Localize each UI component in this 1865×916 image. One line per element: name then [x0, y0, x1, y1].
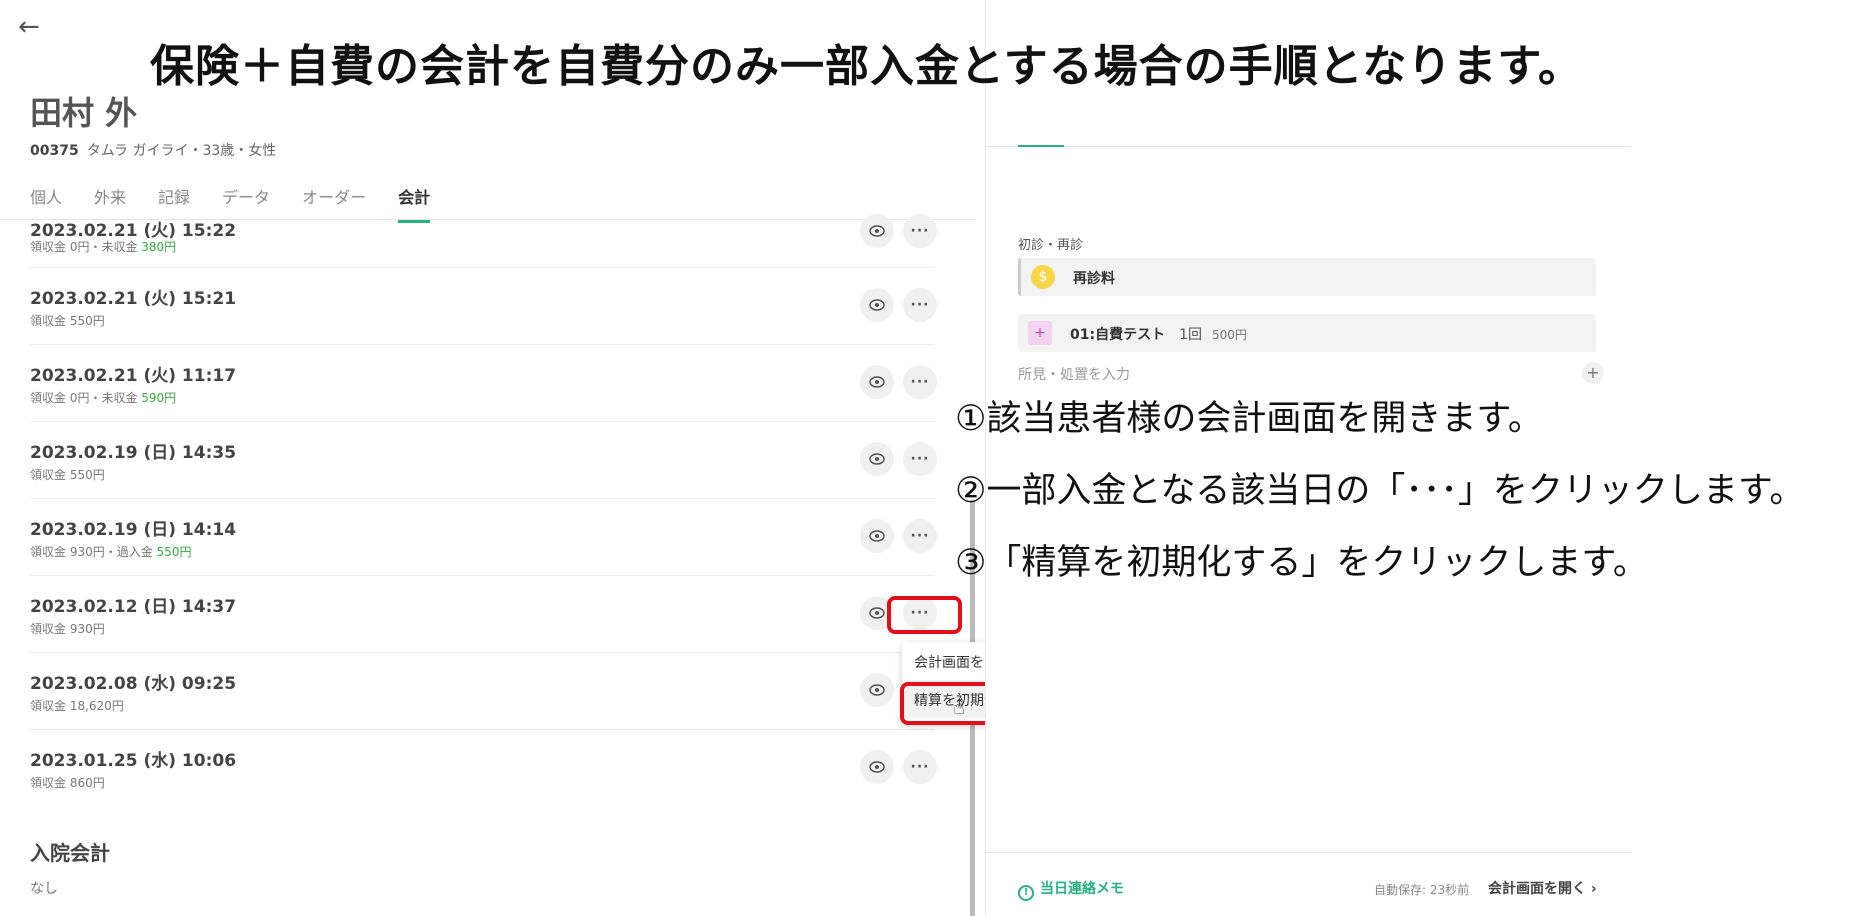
list-item[interactable]: 2023.02.19 (日) 14:35 領収金 550円 ···	[30, 422, 937, 499]
autosave-status: 自動保存: 23秒前	[1374, 883, 1470, 897]
info-icon: !	[1018, 885, 1034, 901]
coin-icon: $	[1031, 265, 1055, 289]
list-item[interactable]: 2023.02.08 (水) 09:25 領収金 18,620円 ···	[30, 653, 937, 730]
tabs-divider	[986, 146, 1631, 147]
record-summary: 領収金 930円	[30, 620, 105, 637]
add-icon[interactable]: +	[1582, 362, 1604, 384]
patient-details: タムラ ガイライ・33歳・女性	[86, 143, 277, 159]
fee-item[interactable]: $ 再診料	[1018, 258, 1596, 296]
more-button[interactable]: ···	[903, 519, 937, 553]
record-date: 2023.02.12 (日) 14:37	[30, 597, 237, 617]
instruction-step: ②一部入金となる該当日の「･･･」をクリックします。	[955, 471, 1805, 511]
medical-kit-icon: +	[1028, 321, 1052, 345]
back-arrow-icon[interactable]: ←	[18, 12, 48, 42]
eye-icon[interactable]	[860, 214, 894, 248]
record-summary: 領収金 0円・未収金 380円	[30, 238, 176, 255]
open-accounting-link[interactable]: 会計画面を開く ›	[1488, 878, 1597, 898]
record-summary: 領収金 0円・未収金 590円	[30, 389, 176, 406]
daily-memo-label: 当日連絡メモ	[1040, 881, 1124, 897]
list-item[interactable]: 2023.01.25 (水) 10:06 領収金 860円 ···	[30, 730, 937, 807]
patient-meta: 00375 タムラ ガイライ・33歳・女性	[30, 140, 276, 160]
record-summary-amount: 380円	[141, 240, 177, 254]
instruction-step: ③「精算を初期化する」をクリックします。	[955, 543, 1648, 583]
instruction-headline: 保険＋自費の会計を自費分のみ一部入金とする場合の手順となります。	[150, 41, 1583, 92]
inpatient-title: 入院会計	[30, 841, 110, 865]
list-item[interactable]: 2023.02.19 (日) 14:14 領収金 930円・過入金 550円 ·…	[30, 499, 937, 576]
eye-icon[interactable]	[860, 673, 894, 707]
fee-item-name: 再診料	[1073, 271, 1115, 287]
list-item[interactable]: 2023.02.21 (火) 11:17 領収金 0円・未収金 590円 ···	[30, 345, 937, 422]
instruction-steps: ①該当患者様の会計画面を開きます。 ②一部入金となる該当日の「･･･」をクリック…	[955, 390, 1804, 606]
record-summary-amount: 590円	[141, 391, 177, 405]
finding-input[interactable]: 所見・処置を入力	[1018, 364, 1130, 384]
inpatient-empty: なし	[30, 881, 58, 897]
list-item[interactable]: 2023.02.12 (日) 14:37 領収金 930円 ···	[30, 576, 937, 653]
more-button[interactable]: ···	[903, 214, 937, 248]
more-button[interactable]: ···	[903, 750, 937, 784]
eye-icon[interactable]	[860, 750, 894, 784]
tab-accounting[interactable]: 会計	[398, 184, 431, 223]
record-summary: 領収金 550円	[30, 466, 105, 483]
fee-item-qty: 1回	[1179, 327, 1203, 343]
footer-divider	[986, 852, 1631, 853]
record-date: 2023.02.21 (火) 11:17	[30, 366, 237, 386]
record-summary: 領収金 860円	[30, 774, 105, 791]
patient-panel: ← 田村 外 00375 タムラ ガイライ・33歳・女性 個人 外来 記録 データ…	[0, 0, 975, 916]
eye-icon[interactable]	[860, 442, 894, 476]
patient-name: 田村 外	[30, 94, 138, 132]
record-date: 2023.02.08 (水) 09:25	[30, 674, 237, 694]
record-summary: 領収金 930円・過入金 550円	[30, 543, 191, 560]
section-label: 初診・再診	[1018, 238, 1084, 253]
record-summary-text: 領収金 0円・未収金	[30, 240, 142, 254]
more-button[interactable]: ···	[903, 288, 937, 322]
daily-memo-link[interactable]: ! 当日連絡メモ	[1018, 878, 1124, 901]
record-summary: 領収金 18,620円	[30, 697, 124, 714]
accounting-list: 2023.02.21 (火) 15:22 領収金 0円・未収金 380円 ···…	[30, 214, 937, 807]
list-item[interactable]: 2023.02.21 (火) 15:21 領収金 550円 ···	[30, 268, 937, 345]
record-summary-text: 領収金 930円	[30, 622, 105, 636]
record-summary-text: 領収金 860円	[30, 776, 105, 790]
record-summary-text: 領収金 18,620円	[30, 699, 124, 713]
fee-item-label: 01:自費テスト	[1070, 327, 1166, 343]
more-button[interactable]: ···	[903, 442, 937, 476]
record-summary-text: 領収金 0円・未収金	[30, 391, 142, 405]
eye-icon[interactable]	[860, 365, 894, 399]
more-button[interactable]: ···	[903, 365, 937, 399]
fee-item[interactable]: + 01:自費テスト 1回 500円	[1018, 314, 1596, 352]
eye-icon[interactable]	[860, 519, 894, 553]
page: ← 田村 外 00375 タムラ ガイライ・33歳・女性 個人 外来 記録 データ…	[0, 0, 1865, 916]
eye-icon[interactable]	[860, 288, 894, 322]
instruction-step: ①該当患者様の会計画面を開きます。	[955, 399, 1543, 439]
highlight-box	[887, 596, 962, 634]
record-summary-amount: 550円	[156, 545, 192, 559]
patient-id: 00375	[30, 143, 79, 159]
record-date: 2023.02.19 (日) 14:35	[30, 443, 237, 463]
fee-item-name: 01:自費テスト 1回 500円	[1070, 324, 1247, 344]
record-summary-text: 領収金 550円	[30, 468, 105, 482]
record-summary-text: 領収金 550円	[30, 314, 105, 328]
tab-orders[interactable]: オーダー	[302, 184, 366, 223]
active-tab-indicator	[1018, 145, 1064, 147]
list-item[interactable]: 2023.02.21 (火) 15:22 領収金 0円・未収金 380円 ···	[30, 214, 937, 268]
record-summary-text: 領収金 930円・過入金	[30, 545, 157, 559]
record-date: 2023.01.25 (水) 10:06	[30, 751, 237, 771]
record-date: 2023.02.21 (火) 15:21	[30, 289, 237, 309]
record-date: 2023.02.19 (日) 14:14	[30, 520, 237, 540]
record-summary: 領収金 550円	[30, 312, 105, 329]
fee-item-price: 500円	[1212, 328, 1247, 342]
